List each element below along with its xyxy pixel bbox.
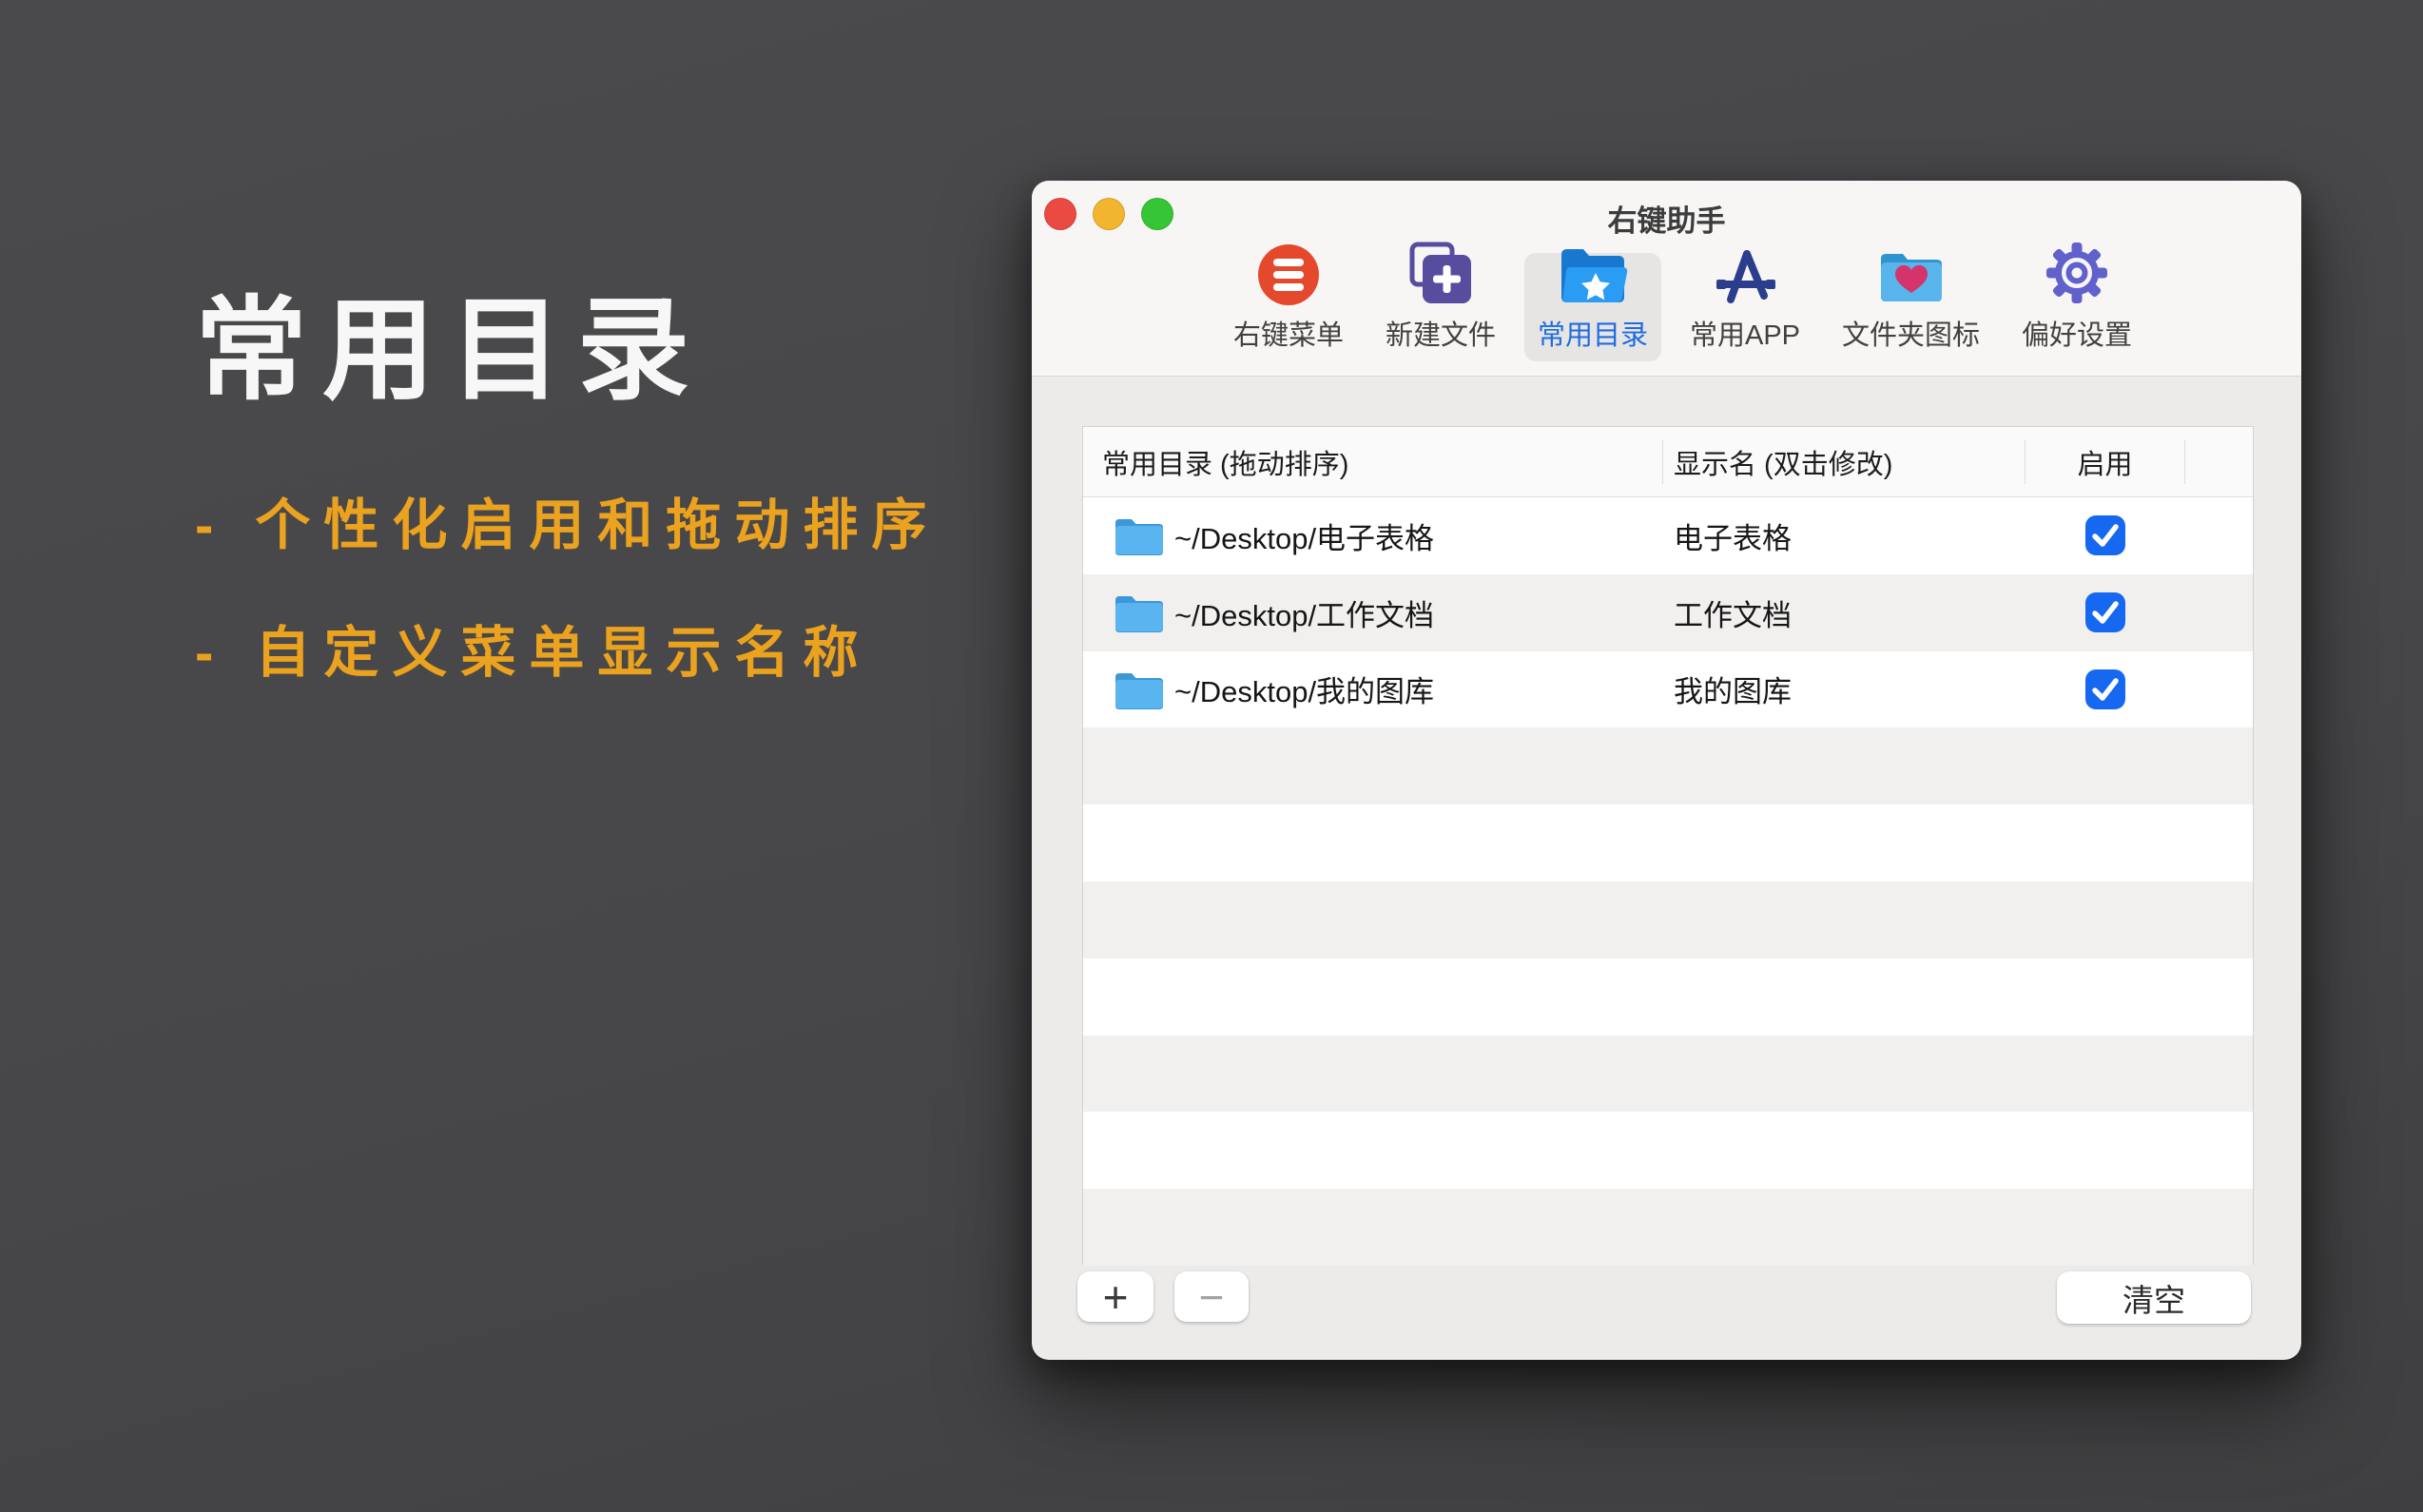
clear-button[interactable]: 清空 bbox=[2057, 1271, 2251, 1324]
toolbar-item-label: 右键菜单 bbox=[1233, 313, 1344, 353]
promo-bullet: - 个性化启用和拖动排序 bbox=[195, 498, 940, 553]
toolbar-item-common-directories[interactable]: 常用目录 bbox=[1524, 253, 1661, 361]
folder-icon bbox=[1114, 515, 1163, 555]
directory-path-cell: ~/Desktop/工作文档 bbox=[1083, 591, 1663, 634]
folder-heart-icon bbox=[1877, 247, 1946, 306]
empty-table-row bbox=[1083, 959, 2253, 1036]
promo-block: 常用目录 - 个性化启用和拖动排序 - 自定义菜单显示名称 bbox=[195, 295, 940, 753]
toolbar-item-new-file[interactable]: 新建文件 bbox=[1372, 253, 1509, 361]
toolbar-item-folder-icons[interactable]: 文件夹图标 bbox=[1829, 253, 1993, 361]
table-header: 常用目录 (拖动排序) 显示名 (双击修改) 启用 bbox=[1083, 427, 2253, 497]
directories-table: 常用目录 (拖动排序) 显示名 (双击修改) 启用 ~/Desktop/电子表格… bbox=[1082, 426, 2254, 1265]
display-name-cell[interactable]: 电子表格 bbox=[1663, 514, 2026, 557]
directory-path-cell: ~/Desktop/电子表格 bbox=[1083, 514, 1663, 557]
window-title: 右键助手 bbox=[1032, 197, 2301, 240]
toolbar: 右键菜单 新建文件 bbox=[1032, 245, 2301, 361]
empty-table-row bbox=[1083, 727, 2253, 804]
column-header-directory: 常用目录 (拖动排序) bbox=[1083, 440, 1663, 484]
directory-path: ~/Desktop/我的图库 bbox=[1174, 668, 1434, 710]
toolbar-item-label: 文件夹图标 bbox=[1842, 313, 1980, 353]
toolbar-item-label: 偏好设置 bbox=[2022, 313, 2132, 353]
column-header-display-name: 显示名 (双击修改) bbox=[1663, 440, 2026, 484]
promo-bullet-list: - 个性化启用和拖动排序 - 自定义菜单显示名称 bbox=[195, 498, 940, 681]
menu-circle-icon bbox=[1257, 243, 1320, 306]
toolbar-item-right-click-menu[interactable]: 右键菜单 bbox=[1220, 253, 1357, 361]
gear-icon bbox=[2044, 240, 2110, 306]
remove-button[interactable]: − bbox=[1174, 1271, 1249, 1322]
toolbar-item-label: 常用APP bbox=[1690, 313, 1800, 353]
display-name-cell[interactable]: 我的图库 bbox=[1663, 668, 2026, 710]
enabled-checkbox[interactable] bbox=[2085, 515, 2125, 555]
folder-star-icon bbox=[1556, 245, 1630, 306]
enabled-checkbox[interactable] bbox=[2085, 669, 2125, 709]
directory-path: ~/Desktop/工作文档 bbox=[1174, 591, 1434, 634]
table-body: ~/Desktop/电子表格 电子表格 bbox=[1083, 497, 2253, 1266]
table-row[interactable]: ~/Desktop/电子表格 电子表格 bbox=[1083, 497, 2253, 574]
check-icon bbox=[2085, 669, 2125, 709]
empty-table-row bbox=[1083, 1036, 2253, 1113]
check-icon bbox=[2085, 515, 2125, 555]
empty-table-row bbox=[1083, 882, 2253, 959]
toolbar-item-preferences[interactable]: 偏好设置 bbox=[2008, 253, 2145, 361]
display-name-cell[interactable]: 工作文档 bbox=[1663, 591, 2026, 634]
app-window: 右键助手 右键菜单 bbox=[1032, 181, 2301, 1360]
new-file-icon bbox=[1407, 242, 1474, 306]
promo-bullet: - 自定义菜单显示名称 bbox=[195, 626, 940, 681]
directory-path-cell: ~/Desktop/我的图库 bbox=[1083, 668, 1663, 710]
table-row[interactable]: ~/Desktop/我的图库 我的图库 bbox=[1083, 651, 2253, 728]
empty-table-row bbox=[1083, 1112, 2253, 1189]
folder-icon bbox=[1114, 592, 1163, 632]
toolbar-item-common-apps[interactable]: 常用APP bbox=[1677, 253, 1813, 361]
empty-table-row bbox=[1083, 1189, 2253, 1266]
promo-title: 常用目录 bbox=[195, 295, 940, 407]
folder-icon bbox=[1114, 669, 1163, 709]
add-button[interactable]: + bbox=[1077, 1271, 1153, 1322]
enabled-checkbox[interactable] bbox=[2085, 592, 2125, 632]
toolbar-item-label: 常用目录 bbox=[1538, 313, 1648, 353]
directory-path: ~/Desktop/电子表格 bbox=[1174, 514, 1434, 557]
titlebar: 右键助手 右键菜单 bbox=[1032, 181, 2301, 377]
column-header-spacer bbox=[2185, 440, 2253, 484]
check-icon bbox=[2085, 592, 2125, 632]
app-store-icon bbox=[1709, 247, 1781, 306]
column-header-enabled: 启用 bbox=[2026, 440, 2185, 484]
empty-table-row bbox=[1083, 804, 2253, 882]
screenshot-stage: 常用目录 - 个性化启用和拖动排序 - 自定义菜单显示名称 右键助手 bbox=[0, 0, 2423, 1512]
toolbar-item-label: 新建文件 bbox=[1386, 313, 1496, 353]
table-row[interactable]: ~/Desktop/工作文档 工作文档 bbox=[1083, 574, 2253, 651]
